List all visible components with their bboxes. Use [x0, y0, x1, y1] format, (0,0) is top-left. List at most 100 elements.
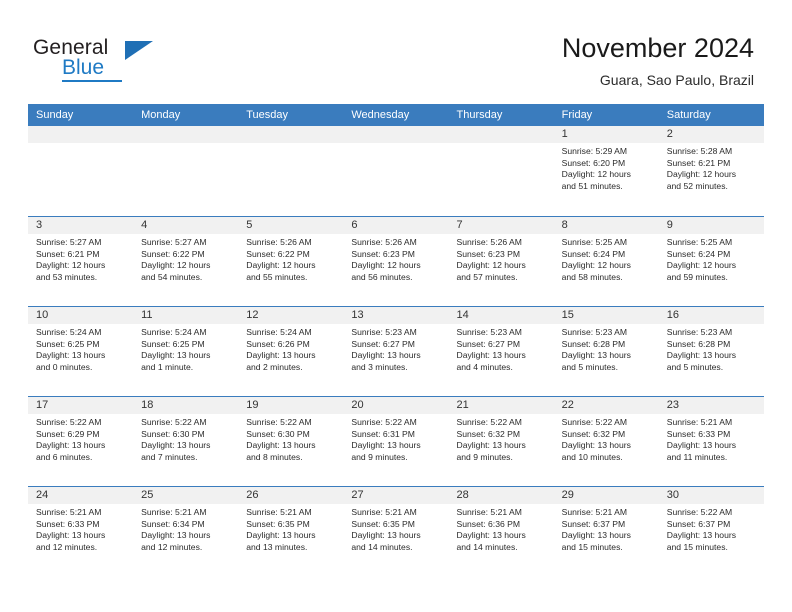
weekday-header-wednesday: Wednesday [351, 109, 410, 121]
sunrise-text: Sunrise: 5:21 AM [666, 417, 733, 427]
day-info: Sunrise: 5:24 AM Sunset: 6:25 PM Dayligh… [28, 324, 133, 373]
day-cell[interactable]: 29 Sunrise: 5:21 AM Sunset: 6:37 PM Dayl… [553, 487, 659, 576]
day-number-band: 12 [238, 307, 344, 324]
day-cell[interactable]: 27 Sunrise: 5:21 AM Sunset: 6:35 PM Dayl… [343, 487, 449, 576]
daylight-text-line1: Daylight: 12 hours [141, 260, 211, 271]
day-cell[interactable]: 4 Sunrise: 5:27 AM Sunset: 6:22 PM Dayli… [133, 217, 239, 306]
daylight-text-line2: and 59 minutes. [666, 271, 728, 282]
weekday-header-saturday: Saturday [666, 109, 711, 121]
sunrise-text: Sunrise: 5:24 AM [246, 327, 312, 337]
day-cell[interactable]: 3 Sunrise: 5:27 AM Sunset: 6:21 PM Dayli… [28, 217, 134, 306]
day-info: Sunrise: 5:21 AM Sunset: 6:37 PM Dayligh… [554, 504, 659, 553]
day-number-band: 5 [238, 217, 344, 234]
daylight-text-line1: Daylight: 13 hours [246, 440, 316, 451]
daylight-text-line1: Daylight: 13 hours [666, 530, 737, 541]
daylight-text-line1: Daylight: 13 hours [456, 440, 526, 451]
day-cell[interactable]: 24 Sunrise: 5:21 AM Sunset: 6:33 PM Dayl… [28, 487, 134, 576]
sunrise-text: Sunrise: 5:29 AM [561, 146, 628, 156]
day-cell[interactable]: 20 Sunrise: 5:22 AM Sunset: 6:31 PM Dayl… [343, 397, 449, 486]
daylight-text-line1: Daylight: 12 hours [561, 169, 631, 180]
day-info: Sunrise: 5:22 AM Sunset: 6:30 PM Dayligh… [133, 414, 238, 463]
day-cell[interactable]: 10 Sunrise: 5:24 AM Sunset: 6:25 PM Dayl… [28, 307, 134, 396]
day-info: Sunrise: 5:25 AM Sunset: 6:24 PM Dayligh… [554, 234, 659, 283]
weekday-header-thursday: Thursday [456, 109, 503, 121]
day-number: 19 [246, 399, 259, 411]
day-cell[interactable]: 17 Sunrise: 5:22 AM Sunset: 6:29 PM Dayl… [28, 397, 134, 486]
daylight-text-line2: and 14 minutes. [456, 541, 518, 552]
day-cell[interactable]: 26 Sunrise: 5:21 AM Sunset: 6:35 PM Dayl… [238, 487, 344, 576]
sunrise-text: Sunrise: 5:25 AM [561, 237, 628, 247]
day-cell[interactable]: 2 Sunrise: 5:28 AM Sunset: 6:21 PM Dayli… [658, 126, 764, 215]
day-info: Sunrise: 5:22 AM Sunset: 6:31 PM Dayligh… [343, 414, 448, 463]
week-row: 1 Sunrise: 5:29 AM Sunset: 6:20 PM Dayli… [28, 126, 764, 216]
day-number: 8 [561, 219, 568, 231]
daylight-text-line1: Daylight: 12 hours [351, 260, 421, 271]
day-number: 27 [351, 489, 364, 501]
calendar-grid: Sunday Monday Tuesday Wednesday Thursday… [28, 104, 764, 576]
day-cell[interactable]: 7 Sunrise: 5:26 AM Sunset: 6:23 PM Dayli… [448, 217, 554, 306]
day-cell[interactable]: 18 Sunrise: 5:22 AM Sunset: 6:30 PM Dayl… [133, 397, 239, 486]
day-cell[interactable]: 5 Sunrise: 5:26 AM Sunset: 6:22 PM Dayli… [238, 217, 344, 306]
day-cell[interactable]: 28 Sunrise: 5:21 AM Sunset: 6:36 PM Dayl… [448, 487, 554, 576]
day-cell[interactable]: 9 Sunrise: 5:25 AM Sunset: 6:24 PM Dayli… [658, 217, 764, 306]
day-number-band: 2 [658, 126, 764, 143]
daylight-text-line2: and 5 minutes. [561, 361, 618, 372]
sunset-text: Sunset: 6:21 PM [666, 157, 731, 168]
day-cell[interactable]: 8 Sunrise: 5:25 AM Sunset: 6:24 PM Dayli… [553, 217, 659, 306]
day-cell[interactable]: 15 Sunrise: 5:23 AM Sunset: 6:28 PM Dayl… [553, 307, 659, 396]
day-number: 2 [666, 128, 673, 140]
week-row: 24 Sunrise: 5:21 AM Sunset: 6:33 PM Dayl… [28, 486, 764, 576]
daylight-text-line1: Daylight: 12 hours [666, 169, 737, 180]
day-number-band: 26 [238, 487, 344, 504]
day-number: 25 [141, 489, 154, 501]
daylight-text-line2: and 57 minutes. [456, 271, 518, 282]
day-cell[interactable]: 6 Sunrise: 5:26 AM Sunset: 6:23 PM Dayli… [343, 217, 449, 306]
day-cell[interactable]: 1 Sunrise: 5:29 AM Sunset: 6:20 PM Dayli… [553, 126, 659, 215]
day-number-band: 7 [448, 217, 554, 234]
day-cell[interactable]: 21 Sunrise: 5:22 AM Sunset: 6:32 PM Dayl… [448, 397, 554, 486]
day-cell[interactable]: 22 Sunrise: 5:22 AM Sunset: 6:32 PM Dayl… [553, 397, 659, 486]
day-number-band: 21 [448, 397, 554, 414]
day-cell[interactable]: 30 Sunrise: 5:22 AM Sunset: 6:37 PM Dayl… [658, 487, 764, 576]
day-cell[interactable]: 11 Sunrise: 5:24 AM Sunset: 6:25 PM Dayl… [133, 307, 239, 396]
day-number: 9 [666, 219, 673, 231]
sunset-text: Sunset: 6:30 PM [141, 428, 205, 439]
day-number-band [238, 126, 344, 143]
day-cell[interactable]: 13 Sunrise: 5:23 AM Sunset: 6:27 PM Dayl… [343, 307, 449, 396]
day-cell[interactable]: 23 Sunrise: 5:21 AM Sunset: 6:33 PM Dayl… [658, 397, 764, 486]
sunset-text: Sunset: 6:37 PM [561, 518, 626, 529]
daylight-text-line1: Daylight: 12 hours [246, 260, 316, 271]
day-cell[interactable]: 14 Sunrise: 5:23 AM Sunset: 6:27 PM Dayl… [448, 307, 554, 396]
sunrise-text: Sunrise: 5:22 AM [456, 417, 522, 427]
day-number: 5 [246, 219, 253, 231]
daylight-text-line1: Daylight: 12 hours [666, 260, 737, 271]
daylight-text-line2: and 56 minutes. [351, 271, 413, 282]
day-cell[interactable]: 25 Sunrise: 5:21 AM Sunset: 6:34 PM Dayl… [133, 487, 239, 576]
day-info: Sunrise: 5:27 AM Sunset: 6:22 PM Dayligh… [133, 234, 238, 283]
week-row: 10 Sunrise: 5:24 AM Sunset: 6:25 PM Dayl… [28, 306, 764, 396]
daylight-text-line1: Daylight: 13 hours [561, 440, 631, 451]
logo-text-blue: Blue [62, 56, 105, 79]
day-number-band [133, 126, 239, 143]
day-number-band: 14 [448, 307, 554, 324]
sunrise-text: Sunrise: 5:27 AM [36, 237, 102, 247]
general-blue-logo[interactable]: General Blue [33, 36, 183, 84]
daylight-text-line1: Daylight: 12 hours [456, 260, 526, 271]
daylight-text-line2: and 7 minutes. [141, 451, 198, 462]
sunrise-text: Sunrise: 5:21 AM [561, 507, 628, 517]
day-cell[interactable]: 12 Sunrise: 5:24 AM Sunset: 6:26 PM Dayl… [238, 307, 344, 396]
day-cell[interactable]: 16 Sunrise: 5:23 AM Sunset: 6:28 PM Dayl… [658, 307, 764, 396]
daylight-text-line1: Daylight: 13 hours [141, 350, 211, 361]
daylight-text-line2: and 51 minutes. [561, 180, 623, 191]
sunrise-text: Sunrise: 5:24 AM [141, 327, 207, 337]
day-info: Sunrise: 5:24 AM Sunset: 6:25 PM Dayligh… [133, 324, 238, 373]
day-cell[interactable]: 19 Sunrise: 5:22 AM Sunset: 6:30 PM Dayl… [238, 397, 344, 486]
weekday-header-monday: Monday [141, 109, 181, 121]
day-number-band: 25 [133, 487, 239, 504]
day-info: Sunrise: 5:25 AM Sunset: 6:24 PM Dayligh… [659, 234, 764, 283]
day-number-band: 11 [133, 307, 239, 324]
day-info: Sunrise: 5:24 AM Sunset: 6:26 PM Dayligh… [238, 324, 343, 373]
day-number: 1 [561, 128, 568, 140]
sunset-text: Sunset: 6:25 PM [36, 338, 100, 349]
day-info: Sunrise: 5:21 AM Sunset: 6:35 PM Dayligh… [343, 504, 448, 553]
